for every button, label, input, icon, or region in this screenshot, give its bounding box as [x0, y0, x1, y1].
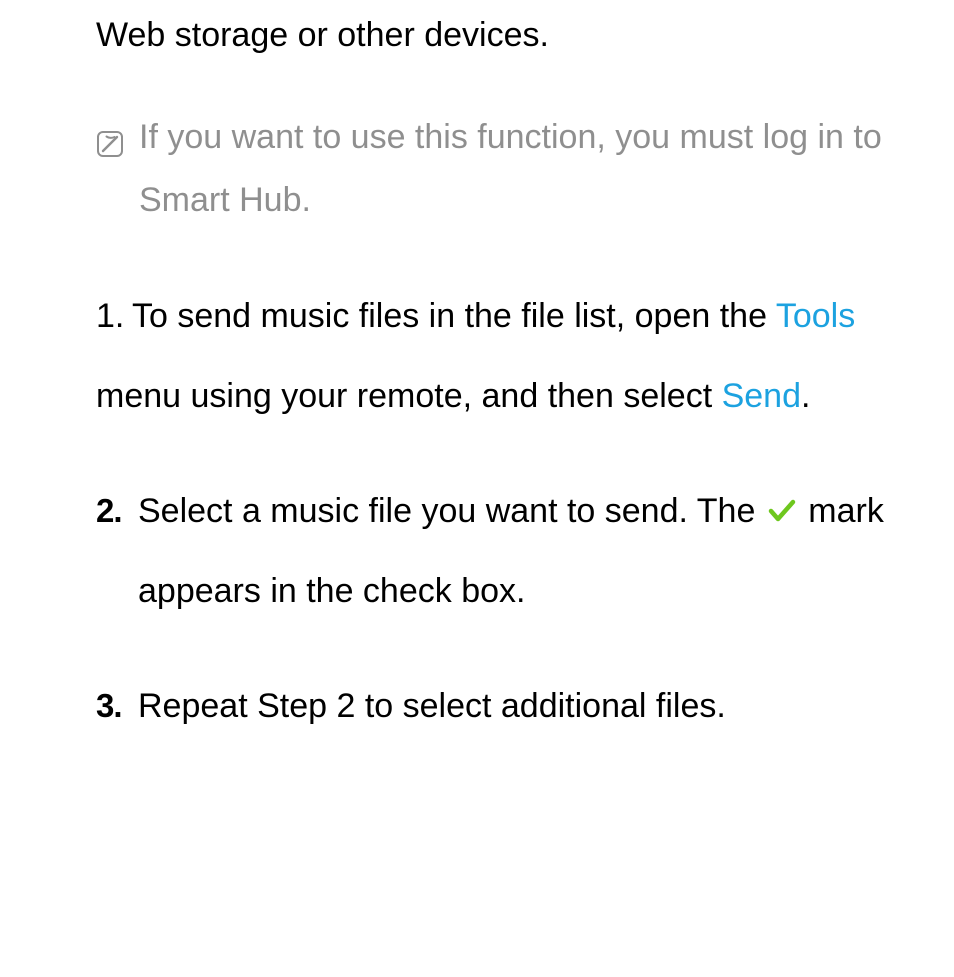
checkmark-icon — [767, 474, 797, 500]
step-1: 1.To send music files in the file list, … — [96, 277, 906, 437]
note-block: If you want to use this function, you mu… — [96, 106, 906, 232]
tools-highlight: Tools — [776, 297, 855, 335]
step-2-part1: Select a music file you want to send. Th… — [138, 492, 765, 530]
step-1-part2: menu using your remote, and then select — [96, 377, 722, 415]
note-icon — [96, 116, 124, 144]
step-3-label: 3. — [96, 667, 138, 747]
step-1-label: 1. — [96, 277, 132, 357]
step-2-label: 2. — [96, 472, 138, 632]
step-2: 2. Select a music file you want to send.… — [96, 472, 906, 632]
step-1-part1: To send music files in the file list, op… — [132, 297, 776, 335]
step-1-part3: . — [801, 377, 810, 415]
step-3-text: Repeat Step 2 to select additional files… — [138, 667, 906, 747]
note-text: If you want to use this function, you mu… — [139, 106, 906, 232]
step-3: 3. Repeat Step 2 to select additional fi… — [96, 667, 906, 747]
page-heading: Web storage or other devices. — [96, 6, 906, 64]
document-page: Web storage or other devices. If you wan… — [0, 6, 954, 777]
step-2-body: Select a music file you want to send. Th… — [138, 472, 906, 632]
send-highlight: Send — [722, 377, 801, 415]
